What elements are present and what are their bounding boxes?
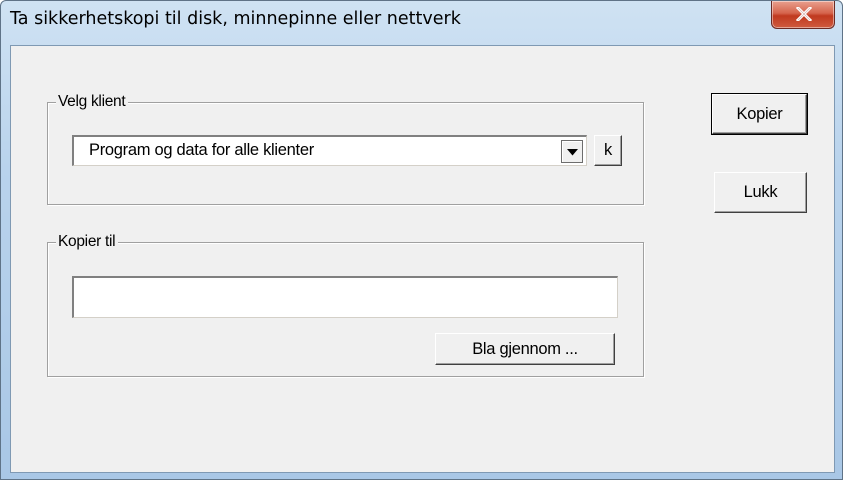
destination-path-input[interactable] [72, 276, 618, 318]
window-title: Ta sikkerhetskopi til disk, minnepinne e… [10, 9, 461, 29]
client-dropdown[interactable]: Program og data for alle klienter [72, 135, 587, 166]
select-client-group: Velg klient Program og data for alle kli… [47, 93, 644, 205]
copy-to-label: Kopier til [56, 233, 119, 251]
chevron-down-icon [567, 149, 578, 156]
close-button-label: Lukk [743, 183, 778, 201]
copy-to-group: Kopier til Bla gjennom ... [47, 233, 644, 377]
select-client-label: Velg klient [56, 93, 129, 111]
client-dropdown-arrow[interactable] [561, 140, 583, 163]
k-button-label: k [604, 141, 612, 159]
dialog-client-area: Velg klient Program og data for alle kli… [10, 45, 835, 473]
close-button[interactable]: Lukk [714, 172, 807, 213]
browse-button[interactable]: Bla gjennom ... [435, 333, 615, 365]
close-window-button[interactable] [771, 1, 835, 29]
title-bar[interactable]: Ta sikkerhetskopi til disk, minnepinne e… [1, 1, 842, 45]
client-dropdown-value: Program og data for alle klienter [89, 141, 314, 159]
dialog-window: Ta sikkerhetskopi til disk, minnepinne e… [0, 0, 843, 480]
close-x-icon [796, 7, 812, 21]
copy-button-label: Kopier [736, 105, 783, 123]
browse-button-label: Bla gjennom ... [472, 340, 578, 358]
copy-button[interactable]: Kopier [711, 93, 808, 135]
k-button[interactable]: k [594, 135, 622, 166]
